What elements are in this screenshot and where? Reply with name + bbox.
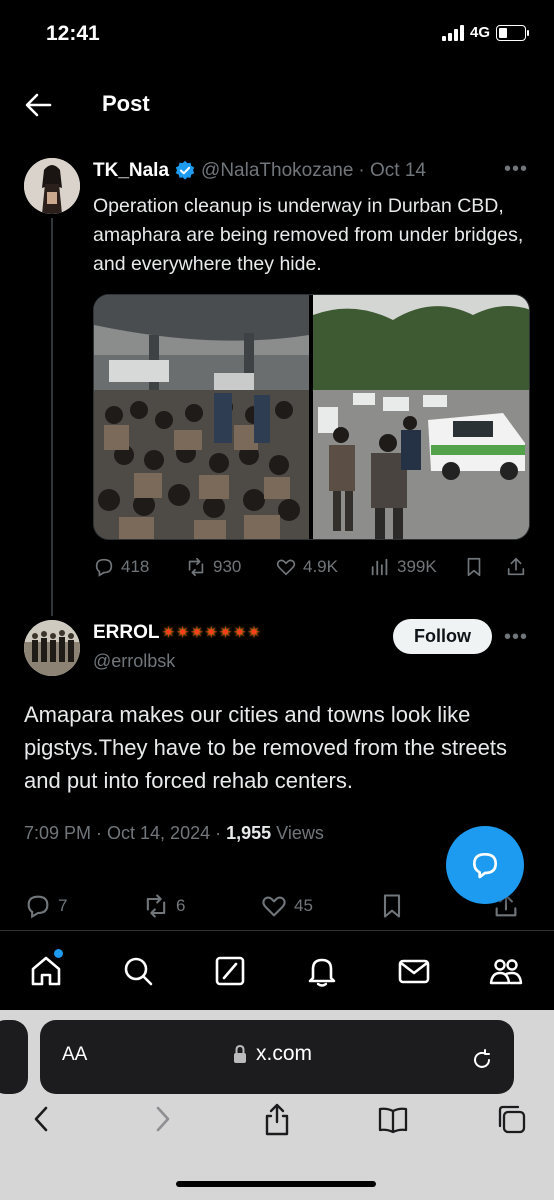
messages-envelope-icon[interactable] (396, 953, 432, 989)
follow-button[interactable]: Follow (393, 619, 492, 654)
bottom-navigation (0, 930, 554, 1010)
notification-dot (54, 949, 63, 958)
star-emojis-icon: ✴✴✴✴✴✴✴ (161, 623, 262, 642)
author-name[interactable]: TK_Nala (93, 160, 169, 182)
reply-count: 7 (58, 896, 68, 915)
signal-icon (441, 24, 464, 41)
communities-icon[interactable] (488, 953, 524, 989)
share-icon (507, 557, 525, 576)
reply-button[interactable]: 418 (93, 556, 149, 578)
bookmark-button[interactable] (463, 556, 485, 578)
like-count: 45 (294, 896, 313, 915)
status-indicators: 4G (441, 24, 529, 41)
quoted-post-actions: 418 930 4.9K 399K (93, 556, 533, 588)
repost-button[interactable]: 6 (142, 892, 185, 920)
avatar-errol[interactable] (24, 620, 80, 676)
notifications-bell-icon[interactable] (304, 953, 340, 989)
views-chart-icon (371, 558, 388, 576)
thread-line (51, 218, 53, 616)
bookmarks-book-icon[interactable] (377, 1102, 409, 1136)
like-button[interactable]: 4.9K (275, 556, 338, 578)
repost-button[interactable]: 930 (185, 556, 241, 578)
post-date: · Oct 14 (358, 160, 426, 181)
main-author-handle[interactable]: @errolbsk (93, 651, 175, 672)
post-header: Post (0, 80, 554, 130)
author-name: ERROL (93, 622, 160, 643)
main-post-actions: 7 6 45 (24, 892, 534, 924)
compose-reply-icon (473, 853, 497, 879)
repost-count: 6 (176, 896, 186, 915)
bookmark-icon (383, 894, 401, 918)
tabs-icon[interactable] (495, 1102, 527, 1136)
repost-count: 930 (213, 557, 242, 576)
media-photo-right[interactable] (313, 295, 529, 539)
url-text: x.com (256, 1042, 313, 1065)
reload-icon[interactable] (470, 1048, 494, 1072)
like-button[interactable]: 45 (260, 892, 313, 920)
post-timestamp: 7:09 PM · Oct 14, 2024 · (24, 823, 227, 843)
views-count: 1,955 (226, 823, 272, 843)
reply-count: 418 (121, 557, 150, 576)
status-time: 12:41 (46, 22, 100, 45)
home-indicator (176, 1181, 376, 1187)
back-arrow-icon[interactable] (24, 92, 52, 118)
views-button[interactable]: 399K (369, 556, 437, 578)
battery-icon (496, 24, 529, 41)
main-post-text: Amapara makes our cities and towns look … (24, 702, 508, 793)
quoted-post-head: TK_Nala @NalaThokozane · Oct 14 (93, 160, 426, 182)
views-count: 399K (397, 557, 437, 576)
grok-icon[interactable] (212, 953, 248, 989)
more-options-icon[interactable]: ••• (504, 626, 528, 649)
post-media[interactable] (93, 294, 530, 540)
search-icon[interactable] (120, 953, 156, 989)
bookmark-icon (467, 557, 481, 577)
bookmark-button[interactable] (378, 892, 406, 920)
share-button[interactable] (505, 556, 527, 578)
repost-icon (188, 557, 204, 577)
quoted-post-text: Operation cleanup is underway in Durban … (93, 195, 524, 275)
reply-compose-fab[interactable] (446, 826, 524, 904)
heart-icon (276, 559, 296, 576)
post-meta: 7:09 PM · Oct 14, 2024 · 1,955 Views (24, 823, 324, 844)
like-count: 4.9K (303, 557, 338, 576)
verified-badge-icon (175, 160, 195, 180)
page-title: Post (102, 91, 150, 116)
views-label: Views (271, 823, 324, 843)
browser-share-icon[interactable] (261, 1102, 293, 1136)
more-options-icon[interactable]: ••• (504, 158, 528, 181)
author-handle[interactable]: @NalaThokozane (201, 160, 353, 182)
reader-settings-button[interactable]: AA (62, 1044, 87, 1066)
home-icon[interactable] (28, 953, 64, 989)
reply-icon (27, 895, 49, 919)
browser-forward-icon[interactable] (146, 1102, 178, 1136)
reply-icon (95, 558, 113, 577)
status-bar: 12:41 4G (0, 0, 554, 70)
previous-tab-preview[interactable] (0, 1020, 28, 1094)
browser-back-icon[interactable] (26, 1102, 58, 1136)
heart-icon (262, 896, 286, 917)
reply-button[interactable]: 7 (24, 892, 67, 920)
main-author-name[interactable]: ERROL ✴✴✴✴✴✴✴ (93, 622, 261, 644)
repost-icon (146, 894, 166, 918)
network-type: 4G (469, 24, 490, 41)
avatar-tk-nala[interactable] (24, 158, 80, 214)
lock-icon (234, 1044, 246, 1063)
media-photo-left[interactable] (94, 295, 309, 539)
url-display[interactable]: x.com (232, 1042, 312, 1066)
